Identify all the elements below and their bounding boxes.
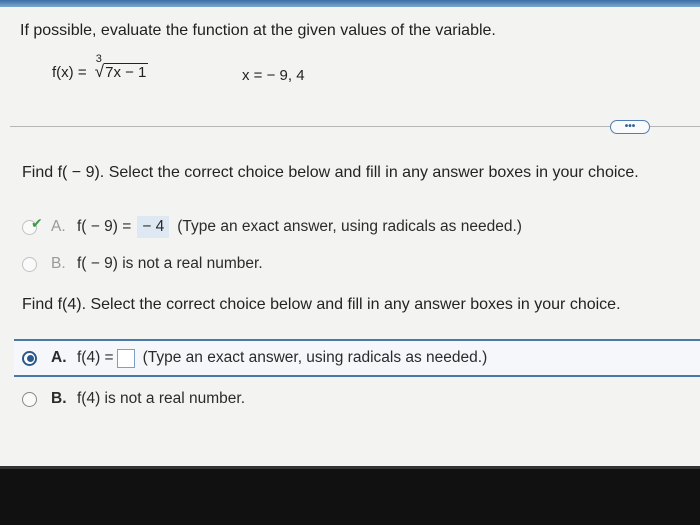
part1-choice-a[interactable]: ✔ A. f( − 9) = − 4 (Type an exact answer… [22, 214, 522, 240]
screen-bezel [0, 466, 700, 525]
part1-prompt: Find f( − 9). Select the correct choice … [22, 164, 639, 181]
bezel-edge [0, 466, 700, 469]
cube-root-expression: 3 √7x − 1 [95, 53, 149, 82]
part1-choice-b-letter: B. [51, 255, 66, 272]
part2-prompt: Find f(4). Select the correct choice bel… [22, 296, 621, 313]
more-options-button[interactable]: ••• [610, 120, 650, 134]
part2-choice-b[interactable]: B. f(4) is not a real number. [22, 386, 245, 412]
part1-choice-a-lhs: f( − 9) = [77, 218, 132, 235]
part1-choice-a-hint: (Type an exact answer, using radicals as… [177, 218, 522, 235]
function-definition: f(x) = 3 √7x − 1 [52, 53, 149, 82]
part2-answer-input[interactable] [116, 348, 135, 368]
part2-choice-a-letter: A. [51, 349, 67, 366]
top-accent-bar [0, 0, 700, 7]
part2-choice-a-lhs: f(4) = [77, 349, 114, 366]
radicand: 7x − 1 [104, 63, 149, 81]
correct-check-icon: ✔ [31, 214, 43, 231]
part2-choice-a-radio[interactable] [22, 350, 37, 366]
part1-answer-box[interactable]: − 4 [137, 216, 170, 238]
function-prefix: f(x) = [52, 64, 87, 81]
part2-choice-b-letter: B. [51, 390, 67, 407]
x-values: x = − 9, 4 [242, 67, 305, 84]
part1-choice-a-radio[interactable]: ✔ [22, 215, 43, 235]
part2-choice-b-radio[interactable] [22, 391, 37, 407]
part1-choice-b-radio[interactable] [22, 256, 37, 272]
part1-choice-a-letter: A. [51, 218, 66, 235]
section-divider [10, 126, 700, 127]
root-index: 3 [95, 53, 102, 65]
part2-choice-b-text: f(4) is not a real number. [77, 390, 245, 407]
part2-choice-a-hint: (Type an exact answer, using radicals as… [142, 349, 488, 366]
part1-choice-b[interactable]: B. f( − 9) is not a real number. [22, 251, 263, 277]
part2-choice-a[interactable]: A. f(4) = (Type an exact answer, using r… [22, 345, 487, 371]
question-instruction: If possible, evaluate the function at th… [20, 22, 496, 39]
part1-choice-b-text: f( − 9) is not a real number. [77, 255, 263, 272]
